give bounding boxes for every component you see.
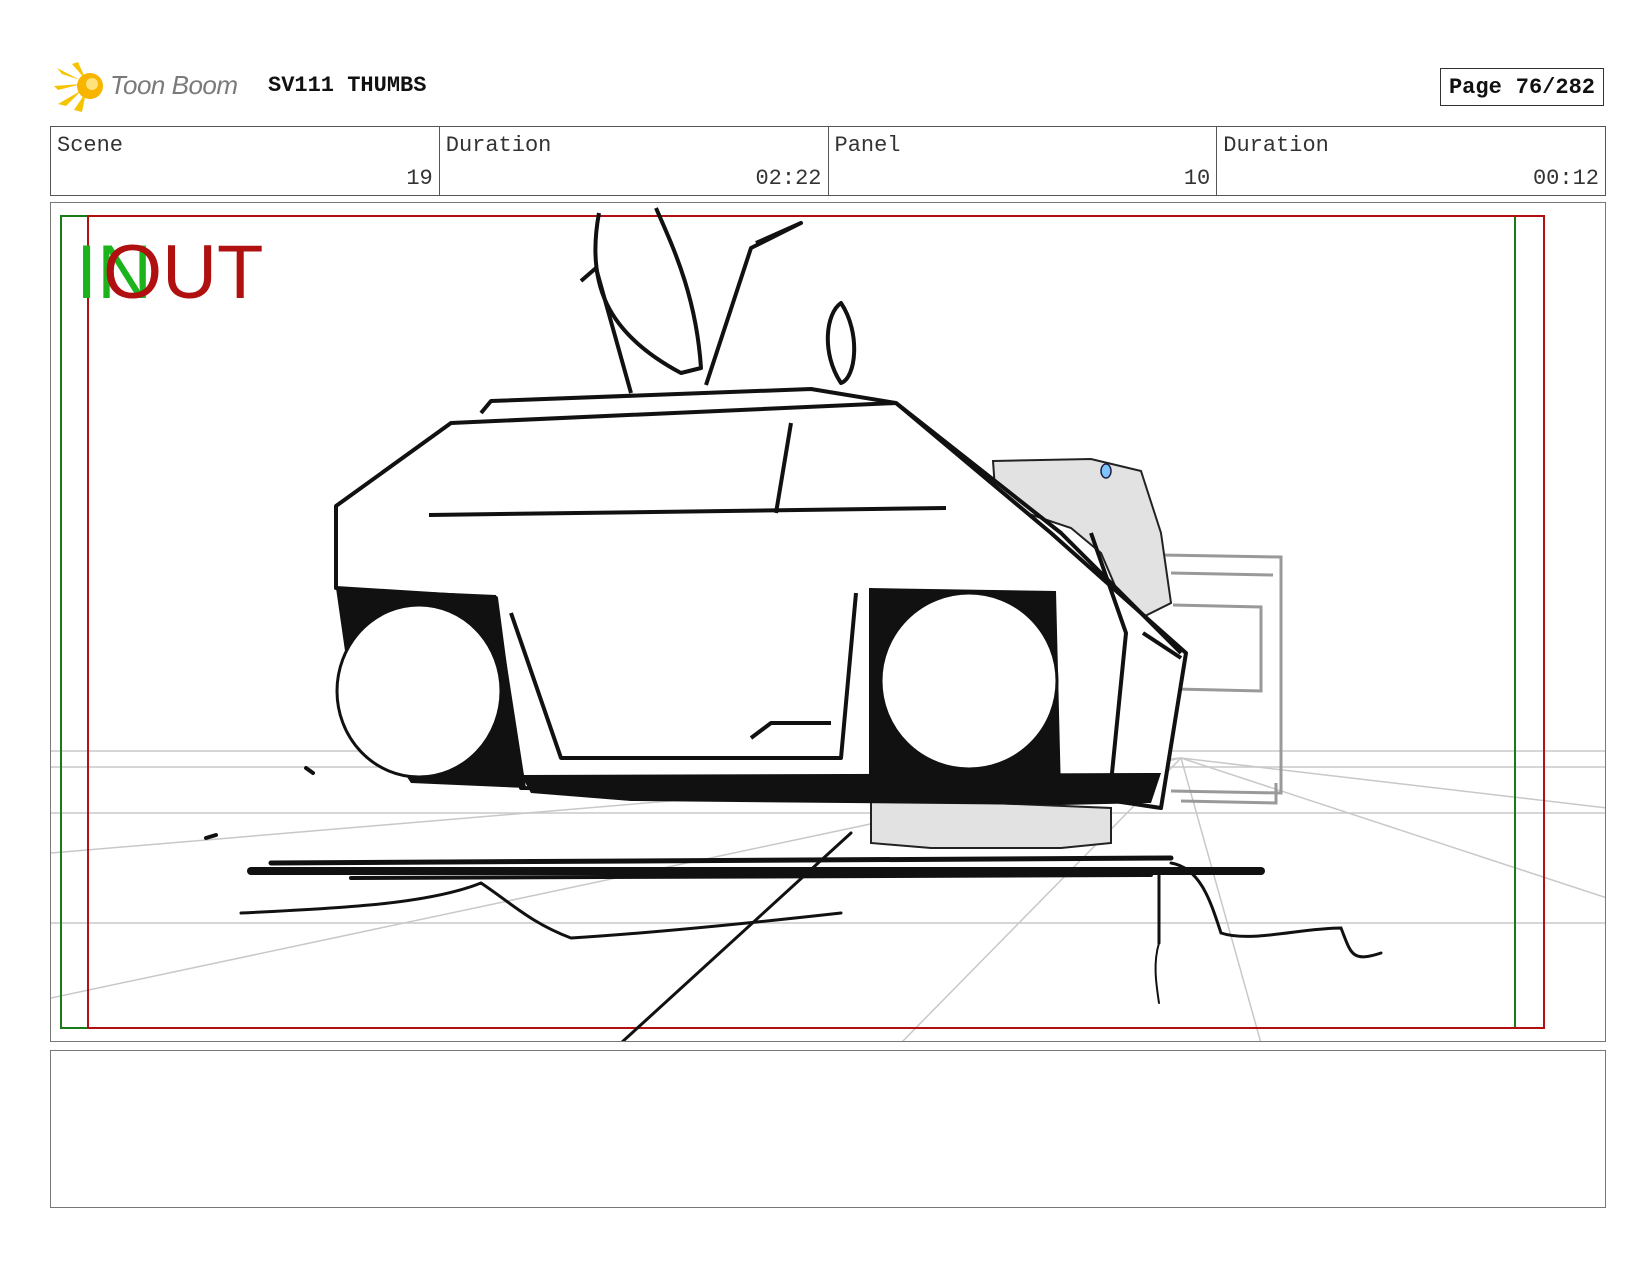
- panel-sketch: [51, 207, 1605, 1041]
- panel-label: Panel: [834, 133, 901, 158]
- page-label: Page: [1448, 74, 1502, 100]
- panel-duration-label: Duration: [1223, 133, 1329, 158]
- scene-info-row: Scene 19 Duration 02:22 Panel 10 Duratio…: [50, 126, 1606, 196]
- panel-duration-cell: Duration 00:12: [1217, 127, 1605, 195]
- out-marker-label: OUT: [103, 230, 264, 315]
- panel-number: 10: [1183, 166, 1211, 191]
- scene-duration-value: 02:22: [755, 166, 822, 191]
- page-number: 76/282: [1515, 74, 1595, 100]
- scene-label: Scene: [57, 133, 124, 158]
- panel-notes-box[interactable]: [50, 1050, 1606, 1208]
- page-header: Toon Boom SV111 THUMBS Page 76/282: [50, 58, 1604, 114]
- storyboard-panel: IN OUT: [50, 202, 1606, 1042]
- scene-number: 19: [406, 166, 433, 191]
- scene-duration-cell: Duration 02:22: [440, 127, 829, 195]
- document-title: SV111 THUMBS: [268, 73, 427, 98]
- scene-cell: Scene 19: [51, 127, 440, 195]
- scene-duration-label: Duration: [445, 133, 552, 158]
- logo-burst-icon: [54, 62, 103, 112]
- panel-cell: Panel 10: [829, 127, 1218, 195]
- logo-text: Toon Boom: [110, 70, 238, 100]
- page-indicator: Page 76/282: [1439, 68, 1604, 106]
- toon-boom-logo: Toon Boom: [52, 60, 252, 112]
- panel-duration-value: 00:12: [1532, 166, 1599, 191]
